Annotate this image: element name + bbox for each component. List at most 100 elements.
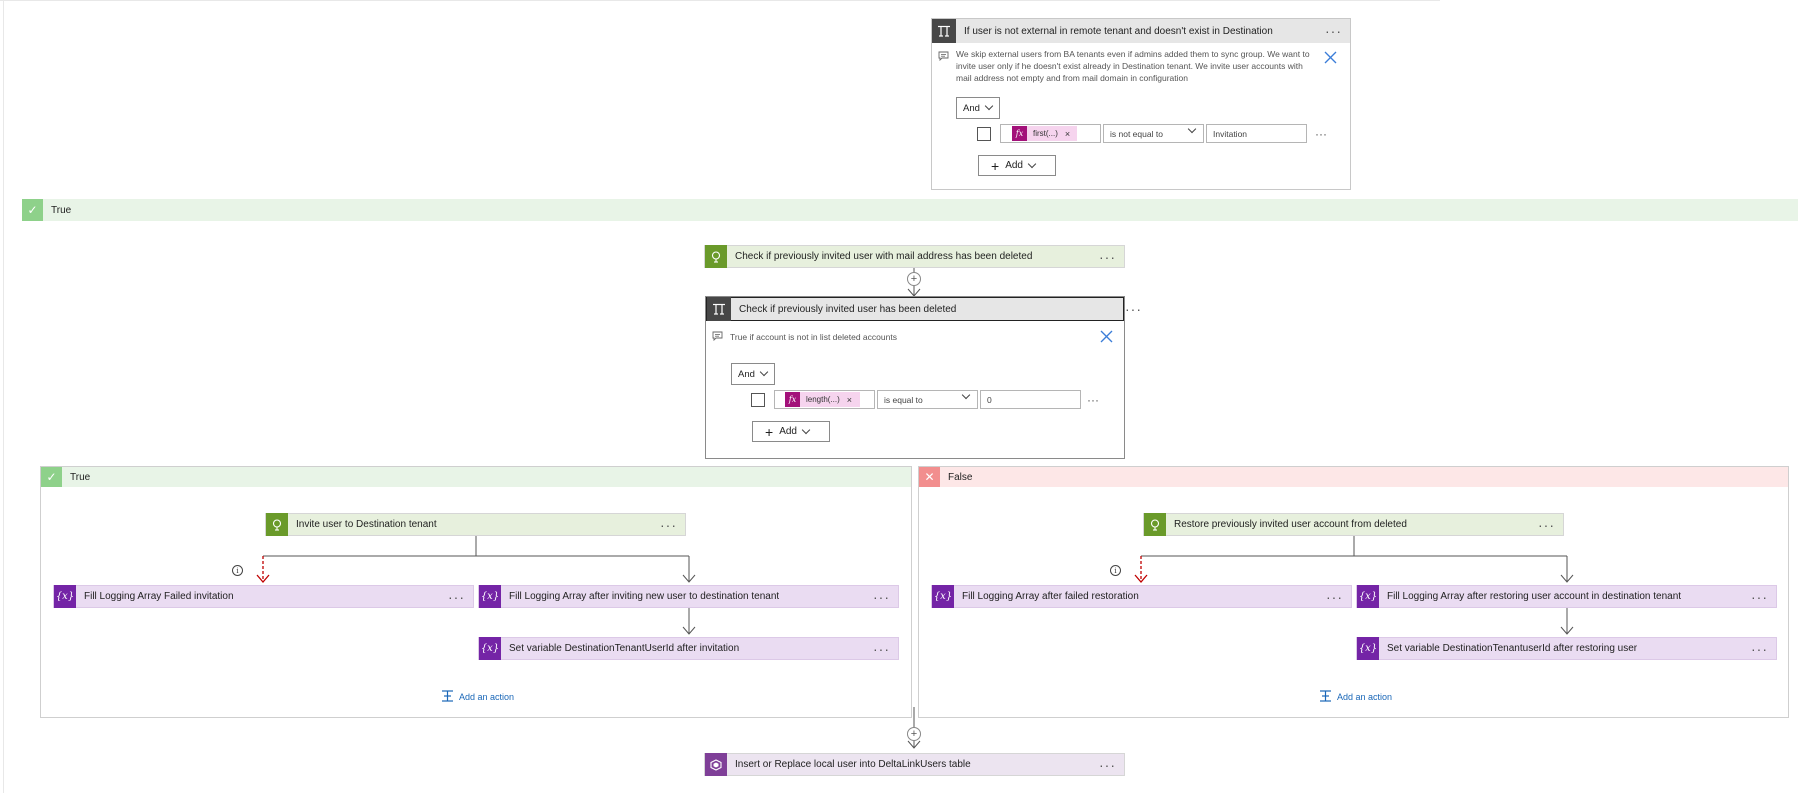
function-icon: fx	[785, 392, 800, 407]
x-mark-icon: ✕	[919, 467, 940, 487]
inner-false-header[interactable]: ✕ False	[919, 467, 1788, 487]
outer-condition-header[interactable]: If user is not external in remote tenant…	[932, 19, 1350, 43]
variable-icon: {x}	[479, 585, 501, 608]
outer-condition-card[interactable]: If user is not external in remote tenant…	[931, 18, 1351, 190]
more-options-icon[interactable]: ···	[448, 590, 465, 604]
more-options-icon[interactable]: ···	[1751, 642, 1768, 656]
more-options-icon[interactable]: ···	[1751, 590, 1768, 604]
more-options-icon[interactable]: ···	[1099, 250, 1116, 264]
close-icon[interactable]	[1324, 51, 1337, 67]
more-options-icon[interactable]: ···	[1325, 24, 1342, 38]
comment-icon	[938, 51, 949, 64]
fill-failed-label: Fill Logging Array Failed invitation	[84, 591, 234, 602]
condition-icon	[932, 19, 956, 43]
operator-label: is not equal to	[1110, 128, 1163, 139]
more-options-icon[interactable]: ···	[873, 642, 890, 656]
set-variable-restore-label: Set variable DestinationTenantuserId aft…	[1387, 643, 1638, 654]
outer-true-header[interactable]: ✓ True	[22, 199, 1798, 221]
inner-false-label: False	[948, 471, 973, 483]
token-label: first(...)	[1033, 129, 1058, 138]
restore-user-label: Restore previously invited user account …	[1174, 519, 1407, 530]
remove-token-icon[interactable]: ×	[1065, 129, 1070, 139]
set-variable-label: Set variable DestinationTenantUserId aft…	[509, 643, 740, 654]
chevron-down-icon	[1027, 159, 1037, 168]
chevron-down-icon	[984, 101, 994, 111]
add-action-icon	[1319, 690, 1332, 704]
more-options-icon[interactable]: ···	[1099, 758, 1116, 772]
add-action-button[interactable]: Add an action	[1319, 690, 1392, 704]
fill-logging-failed-invitation-action[interactable]: {x} Fill Logging Array Failed invitation…	[53, 585, 474, 608]
fill-logging-after-invite-action[interactable]: {x} Fill Logging Array after inviting ne…	[478, 585, 899, 608]
insert-replace-user-action[interactable]: Insert or Replace local user into DeltaL…	[704, 753, 1125, 776]
set-variable-after-restoring-action[interactable]: {x} Set variable DestinationTenantuserId…	[1356, 637, 1777, 660]
more-options-icon[interactable]: ···	[660, 518, 677, 532]
plus-icon: +	[991, 157, 1000, 174]
invite-user-action[interactable]: Invite user to Destination tenant ···	[265, 513, 686, 536]
add-button[interactable]: + Add	[752, 421, 830, 442]
variable-icon: {x}	[932, 585, 954, 608]
more-options-icon[interactable]: ···	[1326, 590, 1343, 604]
more-options-icon[interactable]: ···	[1125, 302, 1142, 316]
inner-true-label: True	[70, 471, 91, 483]
add-action-label: Add an action	[459, 692, 515, 702]
check-deleted-action[interactable]: Check if previously invited user with ma…	[704, 245, 1125, 268]
and-dropdown[interactable]: And	[731, 363, 775, 385]
set-variable-after-invitation-action[interactable]: {x} Set variable DestinationTenantUserId…	[478, 637, 899, 660]
add-action-button[interactable]: Add an action	[441, 690, 514, 704]
row-checkbox[interactable]	[977, 127, 991, 141]
expression-token[interactable]: fx first(...) ×	[1012, 126, 1077, 141]
add-action-icon	[441, 690, 454, 704]
http-request-icon	[1144, 513, 1166, 536]
info-icon[interactable]: i	[1110, 565, 1121, 576]
inner-true-header[interactable]: ✓ True	[41, 467, 911, 487]
more-options-icon[interactable]: ···	[1538, 518, 1555, 532]
insert-step-plus-icon[interactable]: +	[907, 727, 921, 741]
variable-icon: {x}	[54, 585, 76, 608]
add-label: Add	[1005, 160, 1023, 171]
fill-restore-success-label: Fill Logging Array after restoring user …	[1387, 591, 1682, 602]
row-more-icon[interactable]: ···	[1087, 393, 1099, 407]
chevron-down-icon	[801, 425, 811, 434]
right-operand-field[interactable]: 0	[980, 390, 1081, 409]
variable-icon: {x}	[479, 637, 501, 660]
fill-logging-after-restore-action[interactable]: {x} Fill Logging Array after restoring u…	[1356, 585, 1777, 608]
restore-user-action[interactable]: Restore previously invited user account …	[1143, 513, 1564, 536]
inner-condition-title: Check if previously invited user has bee…	[739, 303, 957, 315]
right-operand-value: Invitation	[1213, 128, 1248, 139]
chevron-down-icon	[759, 367, 769, 377]
fill-logging-failed-restoration-action[interactable]: {x} Fill Logging Array after failed rest…	[931, 585, 1352, 608]
inner-condition-card[interactable]: Check if previously invited user has bee…	[705, 296, 1141, 459]
insert-replace-label: Insert or Replace local user into DeltaL…	[735, 759, 971, 770]
azure-table-icon	[705, 753, 727, 776]
right-operand-field[interactable]: Invitation	[1206, 124, 1307, 143]
expression-token[interactable]: fx length(...) ×	[785, 392, 860, 407]
checkmark-icon: ✓	[41, 467, 62, 487]
close-icon[interactable]	[1100, 330, 1113, 346]
outer-true-branch: ✓ True	[22, 199, 1798, 221]
token-label: length(...)	[806, 395, 840, 404]
add-action-label: Add an action	[1337, 692, 1393, 702]
check-deleted-label: Check if previously invited user with ma…	[735, 251, 1033, 262]
fill-success-label: Fill Logging Array after inviting new us…	[509, 591, 780, 602]
inner-condition-note: True if account is not in list deleted a…	[730, 332, 897, 342]
remove-token-icon[interactable]: ×	[847, 395, 852, 405]
outer-true-label: True	[51, 204, 72, 216]
operator-dropdown[interactable]: is not equal to	[1103, 124, 1204, 143]
row-checkbox[interactable]	[751, 393, 765, 407]
http-request-icon	[266, 513, 288, 536]
and-label: And	[738, 368, 755, 380]
checkmark-icon: ✓	[22, 199, 43, 221]
info-icon[interactable]: i	[232, 565, 243, 576]
plus-icon: +	[765, 423, 774, 440]
fill-failed-restoration-label: Fill Logging Array after failed restorat…	[962, 591, 1139, 602]
insert-step-plus-icon[interactable]: +	[907, 272, 921, 286]
condition-icon	[707, 297, 731, 321]
and-dropdown[interactable]: And	[956, 97, 1000, 119]
outer-condition-note: We skip external users from BA tenants e…	[956, 49, 1310, 83]
inner-condition-header[interactable]: Check if previously invited user has bee…	[706, 297, 1141, 321]
operator-dropdown[interactable]: is equal to	[877, 390, 978, 409]
add-button[interactable]: + Add	[978, 155, 1056, 176]
comment-icon	[712, 331, 723, 344]
row-more-icon[interactable]: ···	[1315, 127, 1327, 141]
more-options-icon[interactable]: ···	[873, 590, 890, 604]
